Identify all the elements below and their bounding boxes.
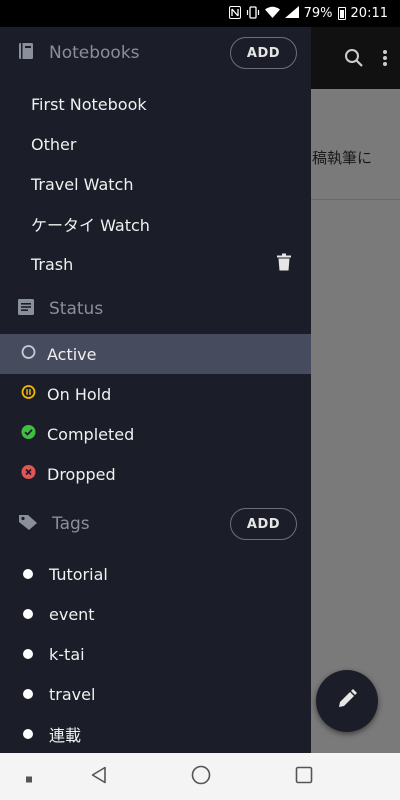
system-nav-bar (0, 753, 400, 800)
status-label: Completed (47, 424, 135, 444)
more-vert-icon[interactable] (382, 49, 388, 67)
tag-item-tutorial[interactable]: Tutorial (0, 554, 311, 594)
add-tag-button[interactable]: ADD (230, 508, 297, 540)
tag-item-rensai[interactable]: 連載 (0, 714, 311, 754)
battery-percent: 79% (303, 6, 333, 21)
notebook-label: Trash (31, 254, 74, 274)
recents-icon[interactable] (295, 766, 313, 788)
nfc-icon (228, 5, 241, 22)
tag-label: event (49, 604, 95, 624)
status-title: Status (49, 299, 104, 319)
compose-button[interactable] (316, 670, 378, 732)
tag-label: travel (49, 684, 96, 704)
status-header: Status (0, 289, 311, 329)
add-notebook-button[interactable]: ADD (230, 37, 297, 69)
tag-dot (23, 609, 33, 619)
tag-item-travel[interactable]: travel (0, 674, 311, 714)
notebook-label: Travel Watch (31, 174, 134, 194)
notebook-icon (18, 42, 34, 64)
status-label: Active (47, 344, 97, 364)
tag-dot (23, 649, 33, 659)
search-icon[interactable] (344, 48, 364, 68)
status-label: On Hold (47, 384, 112, 404)
pencil-icon (336, 688, 358, 714)
x-circle-icon (21, 465, 36, 484)
tag-label: Tutorial (49, 564, 108, 584)
navigation-drawer: Notebooks ADD First Notebook Other Trave… (0, 27, 311, 753)
status-item-on-hold[interactable]: On Hold (0, 374, 311, 414)
battery-icon (337, 7, 346, 20)
status-item-active[interactable]: Active (0, 334, 311, 374)
circle-outline-icon (21, 345, 36, 364)
notebook-item-first-notebook[interactable]: First Notebook (0, 84, 311, 124)
status-label: Dropped (47, 464, 116, 484)
status-item-dropped[interactable]: Dropped (0, 454, 311, 494)
check-circle-icon (21, 425, 36, 444)
notebook-item-other[interactable]: Other (0, 124, 311, 164)
status-item-completed[interactable]: Completed (0, 414, 311, 454)
tag-item-k-tai[interactable]: k-tai (0, 634, 311, 674)
pause-icon (21, 385, 36, 404)
tag-label: k-tai (49, 644, 85, 664)
tag-dot (23, 569, 33, 579)
notebooks-header: Notebooks ADD (0, 33, 311, 73)
document-icon (18, 299, 34, 319)
status-bar: 79% 20:11 (0, 0, 400, 27)
tag-label: 連載 (49, 726, 82, 745)
wifi-icon (264, 6, 280, 21)
tag-item-event[interactable]: event (0, 594, 311, 634)
notebook-label: First Notebook (31, 94, 147, 114)
notebook-item-travel-watch[interactable]: Travel Watch (0, 164, 311, 204)
notebook-item-keitai-watch[interactable]: ケータイ Watch (0, 204, 311, 244)
tag-dot (23, 729, 33, 739)
back-icon[interactable] (90, 766, 108, 788)
signal-icon (284, 6, 299, 21)
notebook-label: Other (31, 134, 77, 154)
tags-header: Tags ADD (0, 504, 311, 544)
small-square-icon[interactable] (26, 767, 32, 786)
notebooks-title: Notebooks (49, 43, 140, 63)
tag-icon (18, 513, 38, 535)
home-icon[interactable] (191, 765, 211, 789)
tags-title: Tags (52, 514, 90, 534)
background-note-text: 稿執筆に (312, 149, 373, 167)
trash-icon[interactable] (277, 253, 291, 275)
divider (311, 199, 400, 200)
notebook-item-trash[interactable]: Trash (0, 244, 311, 284)
tag-dot (23, 689, 33, 699)
vibrate-icon (246, 5, 260, 22)
clock: 20:11 (350, 6, 388, 21)
notebook-label: ケータイ Watch (31, 216, 150, 235)
